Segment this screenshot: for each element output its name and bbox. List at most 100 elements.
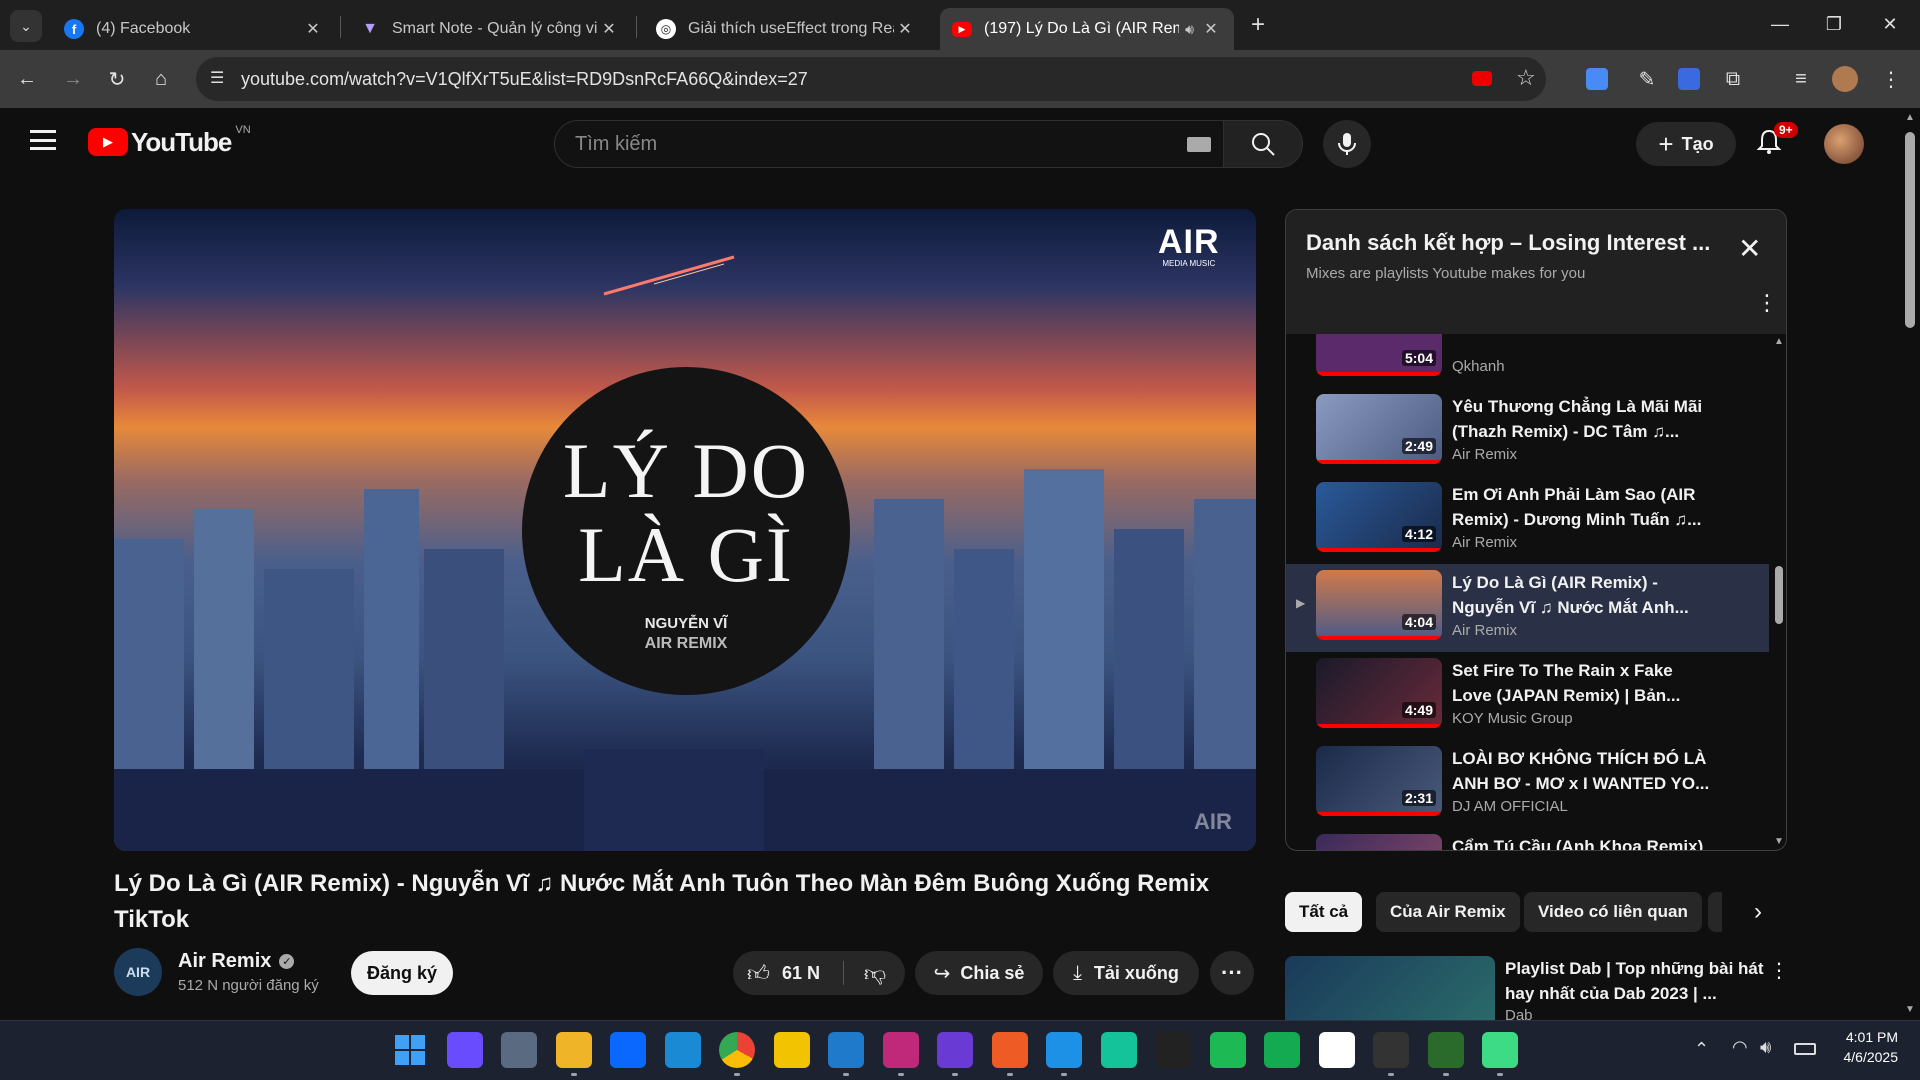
copilot-icon[interactable] bbox=[446, 1032, 483, 1068]
settings-icon[interactable] bbox=[501, 1032, 537, 1068]
file-explorer-icon[interactable] bbox=[555, 1032, 592, 1068]
channel-avatar[interactable]: AIR bbox=[114, 948, 162, 996]
channel-name[interactable]: Air Remix ✓ bbox=[178, 950, 295, 973]
playlist-item[interactable]: 2:49 Yêu Thương Chẳng Là Mãi Mãi (Thazh … bbox=[1286, 388, 1769, 476]
notion-icon[interactable] bbox=[1318, 1032, 1355, 1068]
like-button[interactable]: 👍︎ 61 N bbox=[733, 951, 843, 995]
scrollbar-thumb[interactable] bbox=[1905, 132, 1915, 328]
tab-facebook[interactable]: f (4) Facebook ✕ bbox=[52, 8, 336, 50]
search-input[interactable] bbox=[575, 133, 1135, 156]
spotify-icon[interactable] bbox=[1209, 1032, 1246, 1068]
address-bar[interactable]: ☰ youtube.com/watch?v=V1QlfXrT5uE&list=R… bbox=[196, 57, 1546, 101]
playlist-item[interactable]: 2:31 LOÀI BƠ KHÔNG THÍCH ĐÓ LÀ ANH BƠ - … bbox=[1286, 740, 1769, 828]
new-tab-button[interactable]: + bbox=[1242, 12, 1274, 40]
album-art-title: LÝ DO LÀ GÌ bbox=[562, 427, 810, 598]
subscribe-button[interactable]: Đăng ký bbox=[351, 951, 453, 995]
tab-smart-note[interactable]: ▼ Smart Note - Quản lý công việc ✕ bbox=[348, 8, 632, 50]
chip-all[interactable]: Tất cả bbox=[1285, 892, 1363, 932]
edge-icon[interactable] bbox=[664, 1032, 701, 1068]
intellij-icon[interactable] bbox=[882, 1032, 919, 1068]
site-info-icon[interactable]: ☰ bbox=[210, 68, 224, 88]
volume-icon[interactable]: 🔊︎ bbox=[1760, 1037, 1771, 1058]
profile-avatar[interactable] bbox=[1828, 62, 1862, 96]
speaker-icon[interactable]: 🔊︎ bbox=[1185, 21, 1194, 38]
chevron-up-icon[interactable]: ⌃ bbox=[1694, 1039, 1709, 1060]
minimize-button[interactable]: — bbox=[1752, 0, 1808, 48]
windows-start-icon[interactable] bbox=[392, 1032, 428, 1068]
youtube-logo[interactable]: ▶ YouTube VN bbox=[88, 124, 251, 158]
scroll-up-icon[interactable]: ▲ bbox=[1905, 112, 1915, 123]
wifi-icon[interactable]: ◠ bbox=[1732, 1037, 1748, 1058]
docker-icon[interactable] bbox=[1046, 1032, 1082, 1068]
grammarly-icon[interactable] bbox=[1100, 1032, 1137, 1068]
keyboard-icon[interactable] bbox=[1187, 137, 1211, 152]
terminal-icon[interactable] bbox=[1373, 1032, 1409, 1068]
restore-button[interactable]: ❐ bbox=[1806, 0, 1862, 48]
media-control-icon[interactable]: ≡ bbox=[1784, 62, 1818, 96]
dislike-button[interactable]: 👎︎ bbox=[845, 951, 905, 995]
chrome-icon[interactable] bbox=[719, 1032, 755, 1068]
more-vertical-icon[interactable]: ⋮ bbox=[1769, 958, 1789, 983]
playlist-item[interactable]: 4:12 Em Ơi Anh Phải Làm Sao (AIR Remix) … bbox=[1286, 476, 1769, 564]
scroll-down-icon[interactable]: ▼ bbox=[1905, 1004, 1915, 1015]
close-icon[interactable]: ✕ bbox=[1200, 19, 1222, 39]
home-button[interactable]: ⌂ bbox=[144, 62, 178, 96]
tab-search-button[interactable]: ⌄ bbox=[10, 10, 42, 42]
more-actions-button[interactable]: ··· bbox=[1210, 951, 1254, 995]
voice-search-button[interactable] bbox=[1323, 120, 1371, 168]
page-scrollbar[interactable]: ▲ ▼ bbox=[1900, 108, 1920, 1020]
chip-related[interactable]: Video có liên quan bbox=[1524, 892, 1702, 932]
bookmark-star-icon[interactable]: ☆ bbox=[1516, 65, 1536, 91]
close-icon[interactable]: ✕ bbox=[598, 19, 620, 39]
youtube-ext-icon[interactable] bbox=[1472, 71, 1492, 86]
pen-icon[interactable]: ✎ bbox=[1630, 62, 1664, 96]
sticky-notes-icon[interactable] bbox=[773, 1032, 810, 1068]
playlist-menu-button[interactable]: ⋮ bbox=[1756, 290, 1778, 316]
figma-icon[interactable] bbox=[1155, 1032, 1191, 1068]
android-studio-icon[interactable] bbox=[1482, 1032, 1518, 1068]
share-button[interactable]: ↪ Chia sẻ bbox=[915, 951, 1043, 995]
playlist-item-current[interactable]: ▶ 4:04 Lý Do Là Gì (AIR Remix) - Nguyễn … bbox=[1286, 564, 1769, 652]
translate-icon[interactable] bbox=[1672, 62, 1706, 96]
video-player[interactable]: AIR MEDIA MUSIC LÝ DO LÀ GÌ NGUYỄN VĨ AI… bbox=[114, 209, 1256, 851]
back-button[interactable]: ← bbox=[10, 62, 44, 96]
video-thumbnail bbox=[1316, 834, 1442, 850]
close-icon[interactable]: ✕ bbox=[302, 19, 324, 39]
mongodb-icon[interactable] bbox=[1264, 1032, 1300, 1068]
scroll-up-icon[interactable]: ▲ bbox=[1774, 336, 1784, 347]
zalo-icon[interactable] bbox=[610, 1032, 646, 1068]
playlist-scrollbar[interactable]: ▲ ▼ bbox=[1772, 334, 1786, 850]
playlist-item[interactable]: Cẩm Tú Cầu (Anh Khoa Remix) bbox=[1286, 828, 1769, 850]
close-window-button[interactable]: ✕ bbox=[1862, 0, 1918, 48]
hamburger-menu-icon[interactable] bbox=[30, 130, 56, 150]
notifications-button[interactable]: 9+ bbox=[1756, 122, 1798, 160]
vscode-icon[interactable] bbox=[828, 1032, 864, 1068]
chips-next-button[interactable]: › bbox=[1738, 892, 1778, 932]
playlist-item[interactable]: 4:49 Set Fire To The Rain x Fake Love (J… bbox=[1286, 652, 1769, 740]
playlist-title[interactable]: Danh sách kết hợp – Losing Interest ... bbox=[1306, 230, 1726, 256]
playlist-item[interactable]: 5:04 Qkhanh bbox=[1286, 334, 1769, 388]
scrollbar-thumb[interactable] bbox=[1775, 566, 1783, 624]
intellij-ce-icon[interactable] bbox=[937, 1032, 973, 1068]
reload-button[interactable]: ↻ bbox=[100, 62, 134, 96]
postman-icon[interactable] bbox=[991, 1032, 1028, 1068]
heidisql-icon[interactable] bbox=[1427, 1032, 1464, 1068]
search-button[interactable] bbox=[1223, 120, 1303, 168]
create-button[interactable]: + Tạo bbox=[1636, 122, 1736, 166]
tab-chatgpt[interactable]: ◎ Giải thích useEffect trong React ✕ bbox=[644, 8, 928, 50]
forward-button[interactable]: → bbox=[56, 62, 90, 96]
download-button[interactable]: ⤓ Tải xuống bbox=[1053, 951, 1199, 995]
battery-icon[interactable] bbox=[1794, 1043, 1816, 1055]
tab-youtube[interactable]: ▶ (197) Lý Do Là Gì (AIR Remix 🔊︎ ✕ bbox=[940, 8, 1234, 50]
recommended-item[interactable]: Playlist Dab | Top những bài hát hay nhấ… bbox=[1285, 956, 1789, 1024]
menu-icon[interactable]: ⋮ bbox=[1874, 62, 1908, 96]
extensions-icon[interactable]: ⧉ bbox=[1716, 62, 1750, 96]
clock[interactable]: 4:01 PM 4/6/2025 bbox=[1828, 1029, 1899, 1065]
chip-from-channel[interactable]: Của Air Remix bbox=[1376, 892, 1520, 932]
account-avatar[interactable] bbox=[1824, 124, 1864, 164]
close-playlist-button[interactable]: ✕ bbox=[1738, 232, 1761, 265]
scroll-down-icon[interactable]: ▼ bbox=[1774, 836, 1784, 847]
google-translate-icon[interactable] bbox=[1580, 62, 1614, 96]
chip-partial[interactable] bbox=[1708, 892, 1722, 932]
close-icon[interactable]: ✕ bbox=[894, 19, 916, 39]
